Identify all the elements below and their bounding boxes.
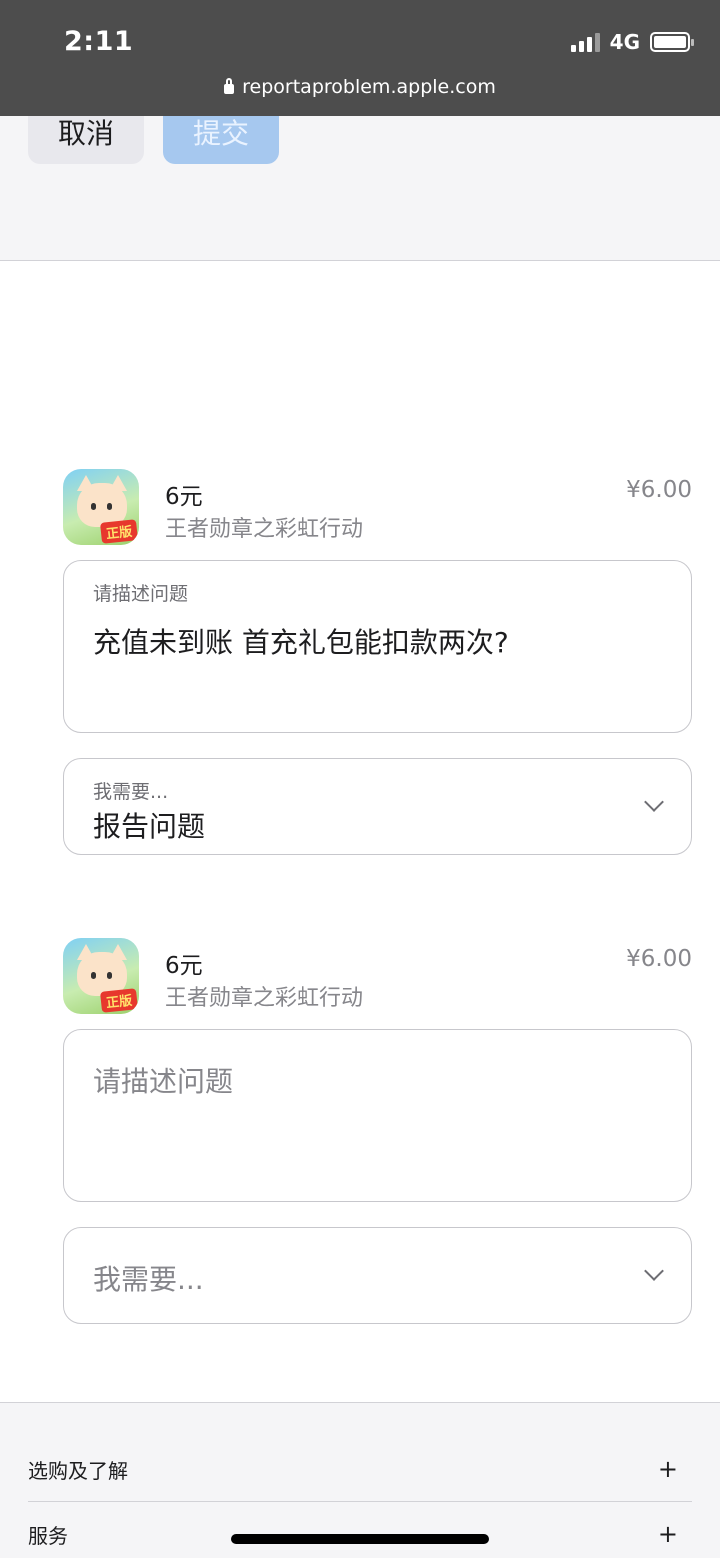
app-icon-badge: 正版 — [99, 519, 138, 544]
description-placeholder: 请描述问题 — [93, 1065, 234, 1098]
description-field[interactable]: 请描述问题 充值未到账 首充礼包能扣款两次? — [63, 560, 692, 733]
url-text: reportaproblem.apple.com — [242, 76, 496, 98]
chevron-down-icon — [644, 1261, 664, 1281]
status-time: 2:11 — [64, 26, 134, 57]
battery-icon — [650, 32, 694, 52]
item-price: ¥6.00 — [626, 946, 692, 972]
need-label: 我需要... — [93, 781, 169, 803]
item-title: 6元 — [165, 953, 203, 979]
item-price: ¥6.00 — [626, 477, 692, 503]
description-field[interactable]: 请描述问题 — [63, 1029, 692, 1202]
address-bar[interactable]: reportaproblem.apple.com — [0, 76, 720, 98]
need-placeholder: 我需要... — [93, 1263, 204, 1296]
item-subtitle: 王者勋章之彩虹行动 — [165, 986, 364, 1011]
signal-icon — [570, 32, 600, 52]
item-subtitle: 王者勋章之彩虹行动 — [165, 517, 364, 542]
footer-section-label: 服务 — [28, 1523, 68, 1548]
footer-section-services[interactable]: 服务 + — [28, 1502, 692, 1558]
status-indicators: 4G — [570, 30, 694, 54]
need-value: 报告问题 — [93, 810, 206, 843]
footer-section-shop[interactable]: 选购及了解 + — [28, 1437, 692, 1501]
app-icon-badge: 正版 — [99, 988, 138, 1013]
need-select[interactable]: 我需要... — [63, 1227, 692, 1324]
app-icon: 正版 — [63, 469, 139, 545]
need-select[interactable]: 我需要... 报告问题 — [63, 758, 692, 855]
description-label: 请描述问题 — [93, 583, 189, 605]
footer-section-label: 选购及了解 — [28, 1458, 128, 1483]
plus-icon[interactable]: + — [658, 1520, 692, 1548]
description-value: 充值未到账 首充礼包能扣款两次? — [93, 626, 509, 659]
chevron-down-icon — [644, 792, 664, 812]
home-indicator[interactable] — [231, 1534, 489, 1544]
network-type: 4G — [609, 30, 640, 54]
status-bar: 2:11 4G reportaproblem.apple.com — [0, 0, 720, 116]
app-icon: 正版 — [63, 938, 139, 1014]
plus-icon[interactable]: + — [658, 1455, 692, 1483]
item-title: 6元 — [165, 484, 203, 510]
lock-icon — [224, 78, 235, 94]
